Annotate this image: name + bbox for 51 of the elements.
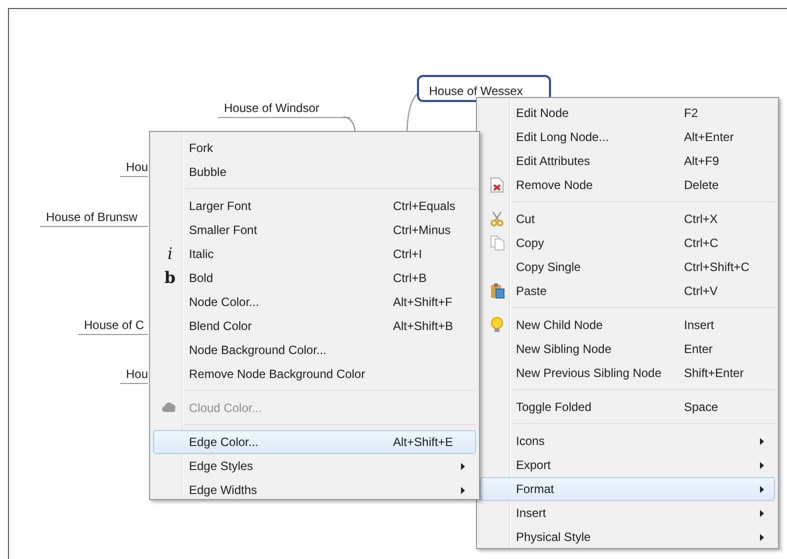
- scissors-icon: [490, 211, 504, 227]
- node-label[interactable]: Hou: [120, 159, 148, 177]
- page-x-icon: [490, 177, 504, 193]
- lightbulb-icon: [490, 317, 504, 333]
- menu-item[interactable]: Edge Styles: [153, 454, 476, 478]
- menu-item[interactable]: i Italic Ctrl+I: [153, 242, 476, 266]
- submenu-arrow-icon: [461, 462, 465, 470]
- cloud-icon: [162, 402, 178, 414]
- menu-item[interactable]: Blend Color Alt+Shift+B: [153, 314, 476, 338]
- menu-item[interactable]: Node Background Color...: [153, 338, 476, 362]
- menu-item[interactable]: Edit Node F2: [480, 101, 775, 125]
- menu-item[interactable]: Edge Color... Alt+Shift+E: [153, 430, 476, 454]
- menu-item[interactable]: Cut Ctrl+X: [480, 207, 775, 231]
- italic-icon: i: [167, 245, 173, 263]
- menu-item[interactable]: Insert: [480, 501, 775, 525]
- menu-item[interactable]: Icons: [480, 429, 775, 453]
- menu-item[interactable]: New Previous Sibling Node Shift+Enter: [480, 361, 775, 385]
- menu-item[interactable]: Copy Ctrl+C: [480, 231, 775, 255]
- menu-item[interactable]: Toggle Folded Space: [480, 395, 775, 419]
- submenu-arrow-icon: [760, 438, 764, 444]
- menu-item[interactable]: Smaller Font Ctrl+Minus: [153, 218, 476, 242]
- submenu-arrow-icon: [760, 462, 764, 468]
- node-label[interactable]: House of Brunsw: [40, 209, 148, 227]
- root-node[interactable]: House of Wessex: [417, 75, 551, 102]
- clipboard-icon: [490, 283, 504, 299]
- submenu-arrow-icon: [760, 510, 764, 516]
- submenu-arrow-icon: [760, 534, 764, 540]
- menu-item[interactable]: Remove Node Background Color: [153, 362, 476, 386]
- menu-item[interactable]: New Child Node Insert: [480, 313, 775, 337]
- menu-item[interactable]: Remove Node Delete: [480, 173, 775, 197]
- menu-item[interactable]: Bubble: [153, 160, 476, 184]
- menu-item[interactable]: New Sibling Node Enter: [480, 337, 775, 361]
- menu-item[interactable]: Format: [480, 477, 775, 501]
- menu-item[interactable]: Physical Style: [480, 525, 775, 549]
- submenu-arrow-icon: [461, 486, 465, 494]
- menu-item[interactable]: Copy Single Ctrl+Shift+C: [480, 255, 775, 279]
- menu-item[interactable]: Edge Widths: [153, 478, 476, 502]
- submenu-arrow-icon: [760, 486, 764, 492]
- menu-item[interactable]: b Bold Ctrl+B: [153, 266, 476, 290]
- menu-item[interactable]: Edit Attributes Alt+F9: [480, 149, 775, 173]
- bold-icon: b: [164, 269, 176, 287]
- menu-item[interactable]: Fork: [153, 136, 476, 160]
- menu-item[interactable]: Node Color... Alt+Shift+F: [153, 290, 476, 314]
- menu-item[interactable]: Export: [480, 453, 775, 477]
- menu-item[interactable]: Paste Ctrl+V: [480, 279, 775, 303]
- menu-item[interactable]: Edit Long Node... Alt+Enter: [480, 125, 775, 149]
- menu-item[interactable]: Larger Font Ctrl+Equals: [153, 194, 476, 218]
- node-label[interactable]: House of C: [78, 317, 148, 335]
- node-label[interactable]: Hou: [120, 366, 148, 384]
- node-label[interactable]: House of Windsor: [218, 100, 350, 118]
- pages-icon: [490, 235, 504, 251]
